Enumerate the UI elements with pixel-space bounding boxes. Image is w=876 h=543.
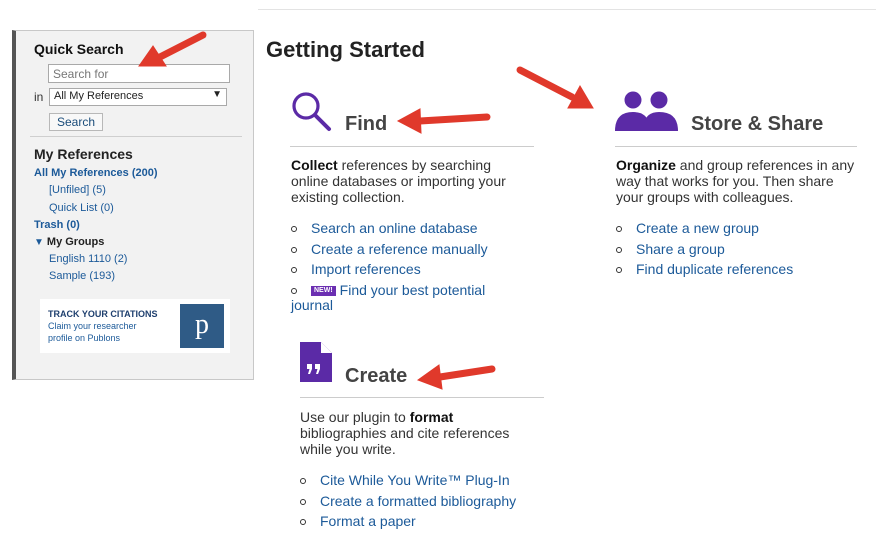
group-link[interactable]: English 1110 (2) (49, 253, 127, 265)
my-references-title: My References (34, 146, 133, 162)
scope-select-value: All My References (54, 90, 144, 102)
store-links: Create a new group Share a group Find du… (616, 218, 793, 280)
quick-list-link[interactable]: Quick List (0) (49, 202, 114, 214)
create-bibliography-link[interactable]: Create a formatted bibliography (300, 491, 516, 512)
ad-line-1: Claim your researcher (48, 321, 137, 331)
search-input[interactable] (48, 64, 230, 83)
page-title: Getting Started (266, 37, 425, 62)
find-duplicates-link[interactable]: Find duplicate references (616, 259, 793, 280)
find-description: Collect references by searching online d… (291, 157, 506, 205)
create-rule (300, 397, 544, 398)
cite-while-you-write-link[interactable]: Cite While You Write™ Plug-In (300, 470, 516, 491)
my-groups-label: My Groups (46, 236, 105, 248)
trash-link[interactable]: Trash (0) (34, 219, 80, 231)
ad-text: TRACK YOUR CITATIONS Claim your research… (48, 308, 158, 344)
create-group-link[interactable]: Create a new group (616, 218, 793, 239)
create-reference-manually-link[interactable]: Create a reference manually (291, 239, 488, 260)
create-links: Cite While You Write™ Plug-In Create a f… (300, 470, 516, 532)
arrow-store-icon (516, 66, 576, 101)
scope-select[interactable]: All My References ▼ (49, 88, 227, 106)
store-share-heading: Store & Share (691, 113, 824, 135)
ad-headline: TRACK YOUR CITATIONS (48, 309, 158, 319)
all-references-link[interactable]: All My References (200) (34, 167, 158, 179)
format-paper-link[interactable]: Format a paper (300, 511, 516, 532)
arrow-create-icon (436, 365, 496, 381)
magnifier-icon (292, 92, 331, 131)
quick-search-title: Quick Search (34, 41, 124, 57)
create-heading: Create (345, 365, 408, 387)
create-description: Use our plugin to format bibliographies … (300, 409, 510, 457)
my-groups-toggle[interactable]: ▼ My Groups (34, 236, 104, 248)
group-link[interactable]: Sample (193) (49, 270, 115, 282)
sidebar-divider (30, 136, 242, 137)
ad-line-2: profile on Publons (48, 333, 121, 343)
document-quote-icon (300, 342, 332, 382)
search-button[interactable]: Search (49, 113, 103, 131)
users-icon (615, 91, 678, 131)
find-heading: Find (345, 113, 388, 135)
in-label: in (34, 90, 44, 104)
import-references-link[interactable]: Import references (291, 259, 488, 280)
chevron-down-icon: ▼ (212, 89, 222, 100)
share-group-link[interactable]: Share a group (616, 239, 793, 260)
publons-ad[interactable]: TRACK YOUR CITATIONS Claim your research… (40, 299, 230, 353)
find-rule (290, 146, 534, 147)
sidebar: Quick Search in All My References ▼ Sear… (12, 30, 254, 380)
find-journal-link-cont[interactable]: journal (291, 297, 333, 313)
expand-triangle-icon: ▼ (34, 237, 44, 248)
publons-logo: p (180, 304, 224, 348)
find-links: Search an online database Create a refer… (291, 218, 488, 300)
new-badge: NEW! (311, 285, 336, 296)
unfiled-link[interactable]: [Unfiled] (5) (49, 184, 106, 196)
store-description: Organize and group references in any way… (616, 157, 855, 205)
top-rule (258, 9, 876, 10)
search-online-database-link[interactable]: Search an online database (291, 218, 488, 239)
store-rule (615, 146, 857, 147)
arrow-find-icon (416, 113, 491, 125)
